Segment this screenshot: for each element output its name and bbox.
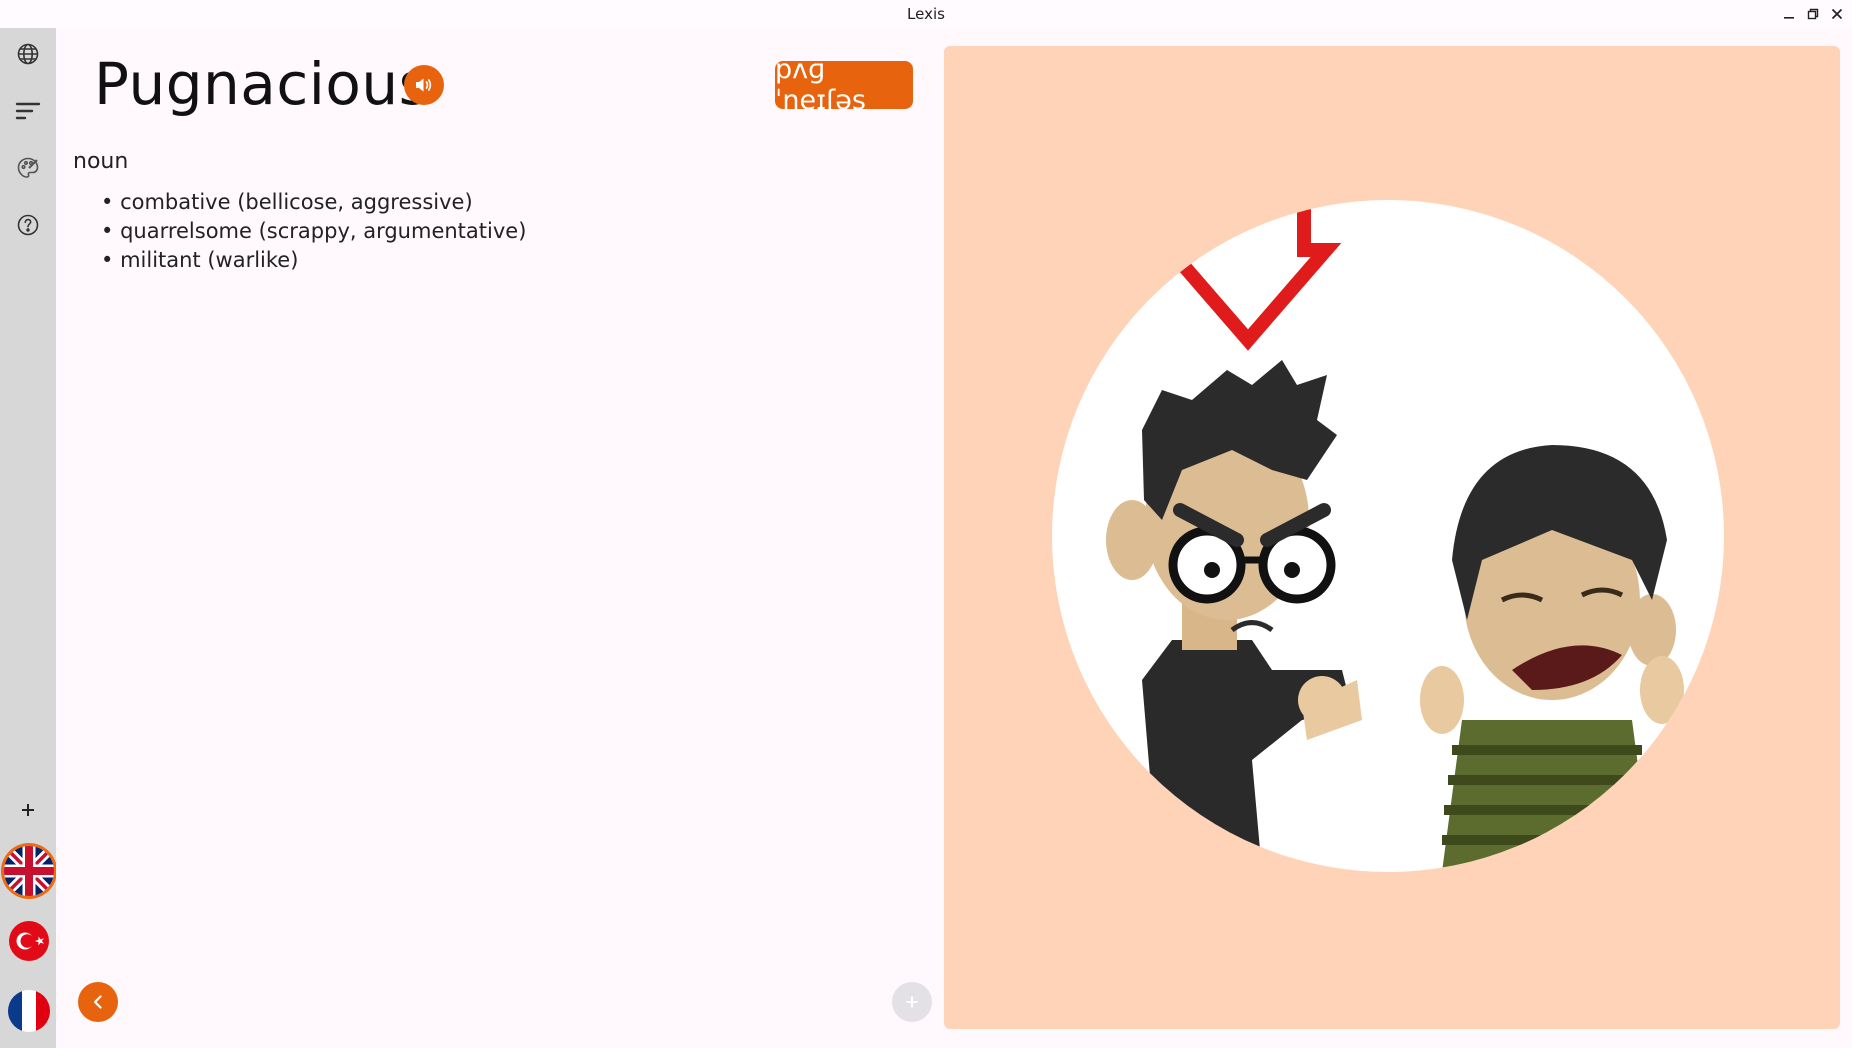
window-title: Lexis [907, 5, 945, 23]
globe-icon[interactable] [8, 34, 48, 74]
help-icon[interactable] [8, 205, 48, 245]
definition-item: combative (bellicose, aggressive) [101, 188, 526, 217]
uk-flag[interactable] [4, 846, 54, 896]
chevron-left-icon [93, 995, 102, 1009]
main-content: Pugnacious pʌɡˈneɪʃəs noun combative (be… [56, 28, 1852, 1048]
add-button[interactable] [892, 982, 932, 1022]
minimize-icon[interactable] [1780, 5, 1798, 23]
word-title: Pugnacious [94, 50, 430, 118]
definition-item: quarrelsome (scrappy, argumentative) [101, 217, 526, 246]
back-button[interactable] [78, 982, 118, 1022]
turkey-flag[interactable] [4, 916, 54, 966]
navigation-rail [0, 28, 56, 1048]
sort-icon[interactable] [8, 91, 48, 131]
close-icon[interactable] [1828, 5, 1846, 23]
window-controls [1780, 0, 1846, 28]
illustration-panel [944, 46, 1840, 1029]
france-flag[interactable] [4, 986, 54, 1036]
palette-icon[interactable] [8, 148, 48, 188]
part-of-speech: noun [73, 149, 129, 174]
add-language-button[interactable] [8, 790, 48, 830]
definition-item: militant (warlike) [101, 246, 526, 275]
title-bar: Lexis [0, 0, 1852, 28]
plus-icon [906, 996, 918, 1008]
definition-list: combative (bellicose, aggressive) quarre… [101, 188, 526, 275]
illustration-image [1052, 200, 1724, 872]
restore-icon[interactable] [1804, 5, 1822, 23]
pronounce-button[interactable] [404, 65, 444, 105]
speaker-icon [416, 78, 432, 92]
ipa-badge: pʌɡˈneɪʃəs [775, 54, 913, 116]
ipa-text: pʌɡˈneɪʃəs [775, 54, 866, 116]
